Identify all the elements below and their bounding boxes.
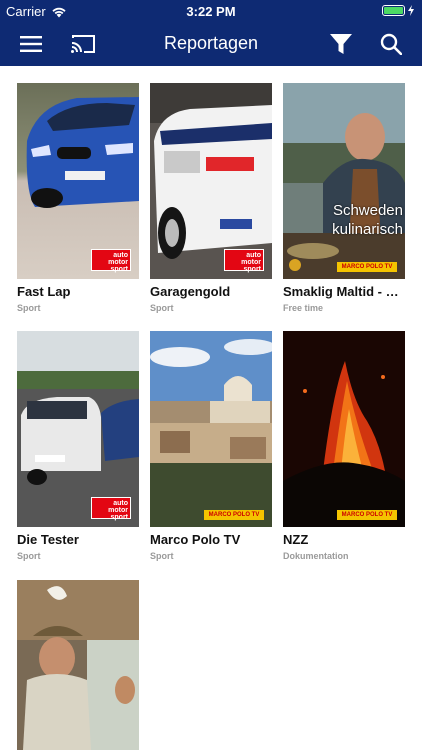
thumbnail-image: Schweden kulinarisch MARCO POLO TV bbox=[283, 83, 405, 279]
status-time: 3:22 PM bbox=[186, 4, 236, 19]
tile-title: Die Tester bbox=[17, 532, 79, 547]
nav-bar: Reportagen bbox=[0, 22, 422, 66]
tile-category: Sport bbox=[150, 303, 174, 313]
reportage-tile-die-tester[interactable]: auto motor sport Die Tester Sport bbox=[17, 331, 139, 561]
reportage-tile-nzz[interactable]: MARCO POLO TV NZZ Dokumentation bbox=[283, 331, 405, 561]
marco-polo-tv-logo: MARCO POLO TV bbox=[337, 510, 397, 520]
thumbnail-image: auto motor sport bbox=[17, 331, 139, 527]
battery-indicator bbox=[382, 5, 414, 16]
tile-category: Sport bbox=[17, 303, 41, 313]
search-icon[interactable] bbox=[378, 31, 404, 57]
marco-polo-tv-logo: MARCO POLO TV bbox=[337, 262, 397, 272]
thumbnail-image: MARCO POLO TV bbox=[150, 331, 272, 527]
auto-motor-sport-logo: auto motor sport bbox=[91, 497, 131, 521]
tile-category: Free time bbox=[283, 303, 324, 313]
page-title: Reportagen bbox=[163, 33, 259, 53]
charging-icon bbox=[408, 5, 414, 16]
battery-fill bbox=[384, 7, 403, 14]
overlay-line: kulinarisch bbox=[332, 221, 403, 238]
episode-overlay-text: Schweden kulinarisch bbox=[332, 201, 403, 239]
thumbnail-image: MARCO POLO TV bbox=[283, 331, 405, 527]
marco-polo-tv-logo: MARCO POLO TV bbox=[204, 510, 264, 520]
reportage-tile-smaklig-maltid[interactable]: Schweden kulinarisch MARCO POLO TV Smakl… bbox=[283, 83, 405, 313]
tile-category: Sport bbox=[150, 551, 174, 561]
reportage-tile-garagengold[interactable]: auto motor sport Garagengold Sport bbox=[150, 83, 272, 313]
overlay-line: Schweden bbox=[332, 202, 403, 219]
tile-category: Sport bbox=[17, 551, 41, 561]
tile-title: NZZ bbox=[283, 532, 309, 547]
tile-category: Dokumentation bbox=[283, 551, 349, 561]
filter-icon[interactable] bbox=[328, 31, 354, 57]
reportage-tile-marco-polo-tv[interactable]: MARCO POLO TV Marco Polo TV Sport bbox=[150, 331, 272, 561]
battery-icon bbox=[382, 5, 405, 16]
auto-motor-sport-logo: auto motor sport bbox=[224, 249, 264, 273]
auto-motor-sport-logo: auto motor sport bbox=[91, 249, 131, 273]
tile-title: Fast Lap bbox=[17, 284, 71, 299]
tile-title: Marco Polo TV bbox=[150, 532, 241, 547]
reportage-tile-partial[interactable] bbox=[17, 580, 139, 750]
reportage-tile-fast-lap[interactable]: auto motor sport Fast Lap Sport bbox=[17, 83, 139, 313]
tile-title: Smaklig Maltid - Kulinarische Reise bbox=[283, 284, 405, 299]
thumbnail-image bbox=[17, 580, 139, 750]
status-bar: Carrier 3:22 PM bbox=[0, 0, 422, 22]
tile-title: Garagengold bbox=[150, 284, 231, 299]
thumbnail-image: auto motor sport bbox=[17, 83, 139, 279]
thumbnail-image: auto motor sport bbox=[150, 83, 272, 279]
